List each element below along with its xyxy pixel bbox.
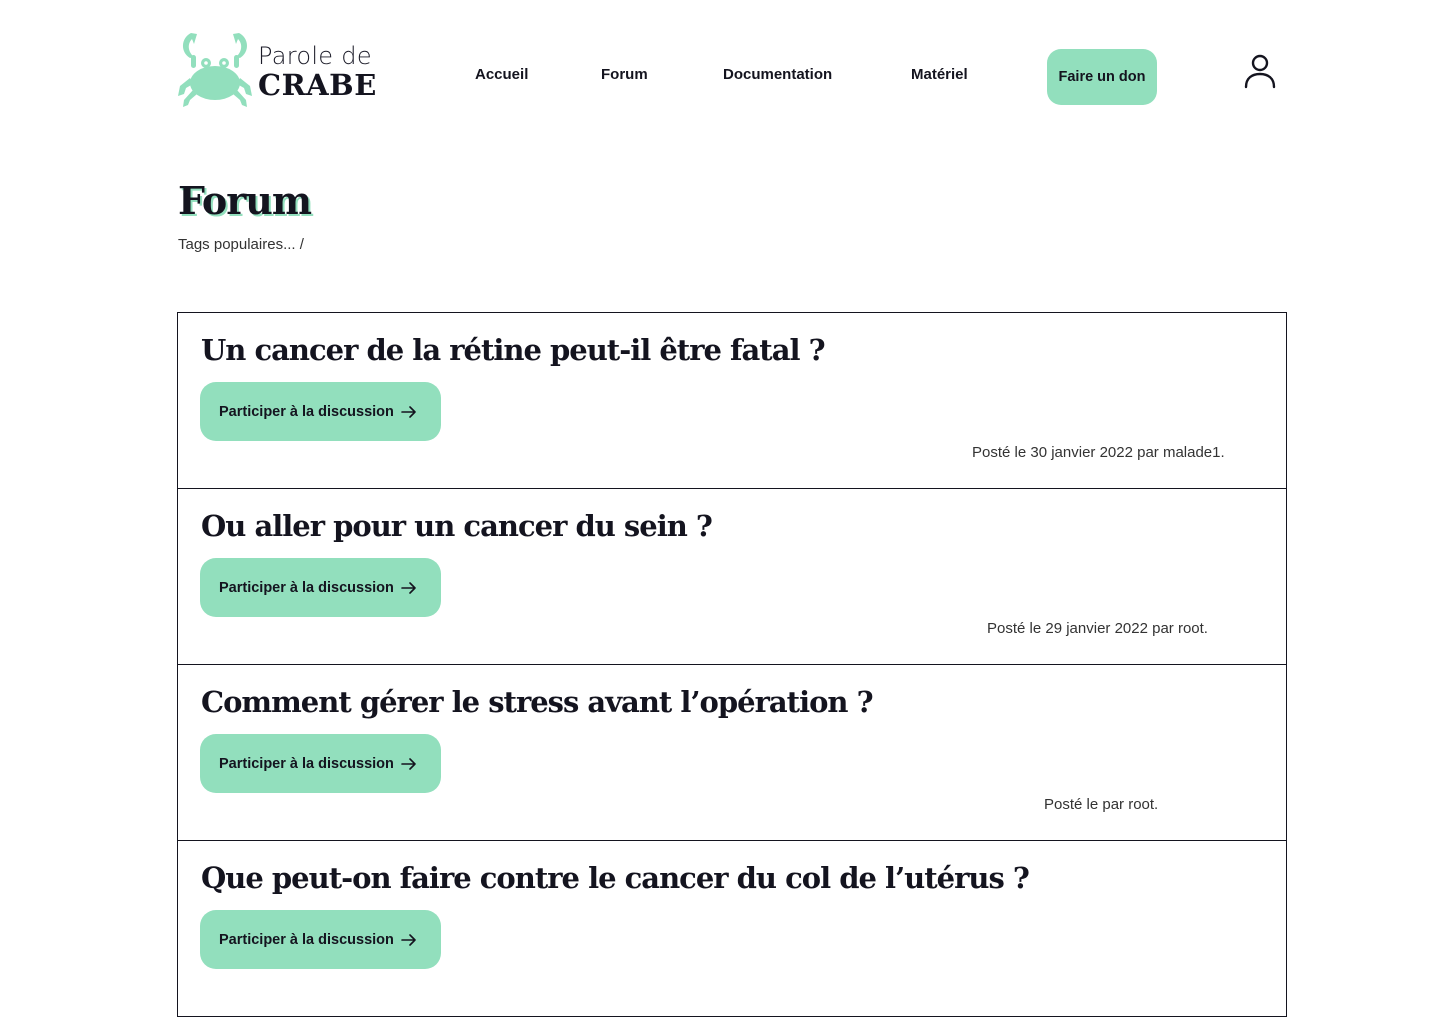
forum-post-list: Un cancer de la rétine peut-il être fata…: [177, 312, 1287, 1017]
post-title[interactable]: Comment gérer le stress avant l’opératio…: [201, 685, 874, 719]
forum-post-card: Un cancer de la rétine peut-il être fata…: [177, 312, 1287, 489]
forum-post-card: Que peut-on faire contre le cancer du co…: [177, 840, 1287, 1017]
nav-materiel[interactable]: Matériel: [911, 66, 968, 83]
join-discussion-button[interactable]: Participer à la discussion: [200, 734, 441, 793]
site-logo[interactable]: Parole de CRABE: [177, 30, 387, 110]
post-meta: Posté le par root.: [1044, 796, 1159, 813]
forum-post-card: Comment gérer le stress avant l’opératio…: [177, 664, 1287, 841]
arrow-right-icon: [401, 581, 416, 594]
join-discussion-label: Participer à la discussion: [219, 931, 394, 948]
logo-text-top: Parole de: [258, 42, 372, 70]
user-icon[interactable]: [1243, 54, 1277, 90]
post-title[interactable]: Que peut-on faire contre le cancer du co…: [201, 861, 1030, 895]
logo-text-bottom: CRABE: [258, 68, 377, 102]
post-meta: Posté le 29 janvier 2022 par root.: [987, 620, 1208, 637]
post-title[interactable]: Ou aller pour un cancer du sein ?: [201, 509, 713, 543]
arrow-right-icon: [401, 757, 416, 770]
post-title[interactable]: Un cancer de la rétine peut-il être fata…: [201, 333, 826, 367]
site-header: Parole de CRABE Accueil Forum Documentat…: [0, 0, 1455, 150]
arrow-right-icon: [401, 933, 416, 946]
join-discussion-label: Participer à la discussion: [219, 755, 394, 772]
forum-post-card: Ou aller pour un cancer du sein ? Partic…: [177, 488, 1287, 665]
join-discussion-button[interactable]: Participer à la discussion: [200, 382, 441, 441]
page-title: Forum: [178, 178, 312, 223]
join-discussion-button[interactable]: Participer à la discussion: [200, 558, 441, 617]
post-meta: Posté le 30 janvier 2022 par malade1.: [972, 444, 1225, 461]
join-discussion-button[interactable]: Participer à la discussion: [200, 910, 441, 969]
nav-documentation[interactable]: Documentation: [723, 66, 832, 83]
nav-forum[interactable]: Forum: [601, 66, 648, 83]
join-discussion-label: Participer à la discussion: [219, 403, 394, 420]
crab-icon: [178, 33, 252, 107]
arrow-right-icon: [401, 405, 416, 418]
popular-tags: Tags populaires... /: [178, 236, 304, 253]
nav-accueil[interactable]: Accueil: [475, 66, 528, 83]
donate-button[interactable]: Faire un don: [1047, 49, 1157, 105]
join-discussion-label: Participer à la discussion: [219, 579, 394, 596]
